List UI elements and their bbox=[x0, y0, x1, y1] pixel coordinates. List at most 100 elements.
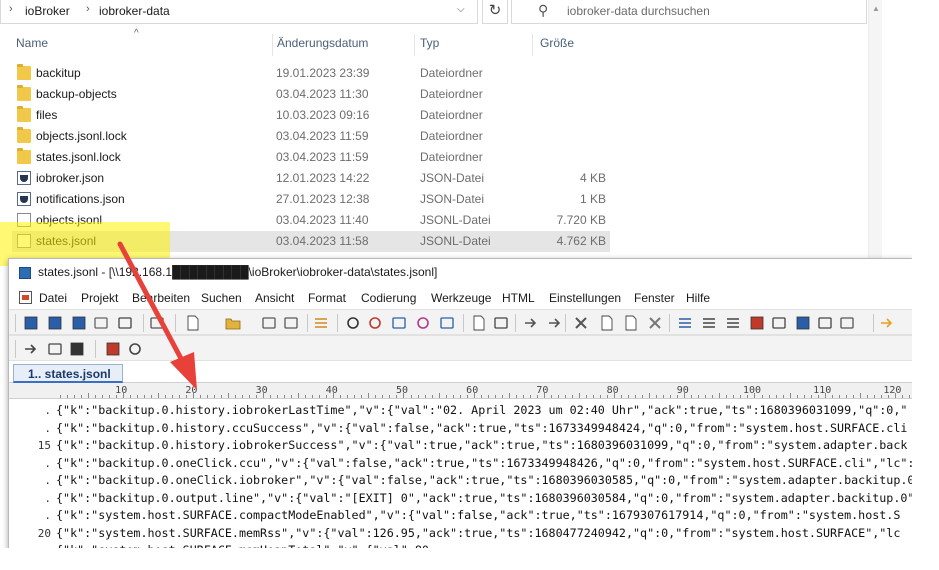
save-icon[interactable] bbox=[261, 315, 277, 331]
new-project-icon[interactable] bbox=[23, 315, 39, 331]
code-line[interactable]: . {"k":"backitup.0.oneClick.ccu","v":{"va… bbox=[9, 455, 913, 472]
menu-item-codierung[interactable]: Codierung bbox=[361, 291, 416, 305]
spell-icon[interactable] bbox=[817, 315, 833, 331]
ruler-number: 120 bbox=[883, 385, 902, 396]
ruler-tick bbox=[227, 393, 229, 398]
file-row[interactable]: backitup 19.01.2023 23:39 Dateiordner bbox=[12, 63, 610, 84]
preview-icon[interactable] bbox=[127, 341, 143, 357]
stop-icon[interactable] bbox=[105, 341, 121, 357]
print-preview-icon[interactable] bbox=[471, 315, 487, 331]
code-editor[interactable]: . {"k":"backitup.0.history.iobrokerLastTi… bbox=[9, 400, 913, 559]
menu-item-html[interactable]: HTML bbox=[502, 291, 535, 305]
search-placeholder: iobroker-data durchsuchen bbox=[567, 4, 710, 18]
code-line[interactable]: . {"k":"backitup.0.output.line","v":{"val… bbox=[9, 490, 913, 507]
print-icon[interactable] bbox=[493, 315, 509, 331]
toolbar-separator bbox=[463, 314, 464, 332]
search-input[interactable]: ⚲ iobroker-data durchsuchen bbox=[511, 0, 867, 24]
column-header-date[interactable]: Änderungsdatum bbox=[277, 36, 368, 56]
document-menu-icon[interactable] bbox=[19, 291, 32, 304]
save-all-icon[interactable] bbox=[283, 315, 299, 331]
macro-icon[interactable] bbox=[879, 315, 895, 331]
find-in-files-icon[interactable] bbox=[391, 315, 407, 331]
breadcrumb-iobroker[interactable]: ioBroker bbox=[25, 4, 70, 18]
code-line[interactable]: . {"k":"backitup.0.history.iobrokerLastTi… bbox=[9, 402, 913, 419]
close-project-icon[interactable] bbox=[93, 315, 109, 331]
code-line[interactable]: 20 {"k":"system.host.SURFACE.memRss","v":… bbox=[9, 525, 913, 542]
spell-check-icon[interactable] bbox=[839, 315, 855, 331]
find-icon[interactable] bbox=[345, 315, 361, 331]
terminal-icon[interactable] bbox=[69, 341, 85, 357]
cut-icon[interactable] bbox=[573, 315, 589, 331]
file-row[interactable]: notifications.json 27.01.2023 12:38 JSON-D… bbox=[12, 189, 610, 210]
file-row[interactable]: files 10.03.2023 09:16 Dateiordner bbox=[12, 105, 610, 126]
tab-states-jsonl[interactable]: 1.. states.jsonl bbox=[13, 364, 123, 383]
refresh-icon[interactable]: ↻ bbox=[482, 0, 508, 24]
replace-icon[interactable] bbox=[367, 315, 383, 331]
template-icon[interactable] bbox=[149, 315, 165, 331]
column-divider[interactable] bbox=[532, 34, 533, 56]
file-row[interactable]: iobroker.json 12.01.2023 14:22 JSON-Datei 4… bbox=[12, 168, 610, 189]
ruler-tick bbox=[270, 395, 272, 398]
column-header-type[interactable]: Typ bbox=[420, 36, 439, 56]
ruler-tick bbox=[866, 395, 868, 398]
color-icon[interactable] bbox=[749, 315, 765, 331]
menu-item-datei[interactable]: Datei bbox=[39, 291, 67, 305]
open-project-icon[interactable] bbox=[47, 315, 63, 331]
goto-icon[interactable] bbox=[415, 315, 431, 331]
file-row[interactable]: states.jsonl.lock 03.04.2023 11:59 Dateior… bbox=[12, 147, 610, 168]
delete-icon[interactable] bbox=[647, 315, 663, 331]
menu-item-ansicht[interactable]: Ansicht bbox=[255, 291, 294, 305]
address-bar[interactable]: › ioBroker › iobroker-data ⌵ bbox=[0, 0, 478, 24]
menu-item-format[interactable]: Format bbox=[308, 291, 346, 305]
menu-item-projekt[interactable]: Projekt bbox=[81, 291, 118, 305]
column-divider[interactable] bbox=[272, 34, 273, 56]
column-header-name[interactable]: Name bbox=[16, 36, 48, 56]
file-row[interactable]: backup-objects 03.04.2023 11:30 Dateiordne… bbox=[12, 84, 610, 105]
line-number: . bbox=[44, 404, 51, 417]
breadcrumb-iobroker-data[interactable]: iobroker-data bbox=[99, 4, 170, 18]
code-text: {"k":"system.host.SURFACE.compactModeEna… bbox=[56, 508, 901, 522]
copy-icon[interactable] bbox=[599, 315, 615, 331]
undo-icon[interactable] bbox=[523, 315, 539, 331]
project-dropdown-icon[interactable] bbox=[71, 315, 87, 331]
ruler-tick bbox=[845, 395, 847, 398]
code-line[interactable]: 15 {"k":"backitup.0.history.iobrokerSucce… bbox=[9, 437, 913, 454]
ruler-tick bbox=[901, 395, 903, 398]
ruler-tick bbox=[213, 395, 215, 398]
console-icon[interactable] bbox=[47, 341, 63, 357]
file-row[interactable]: objects.jsonl.lock 03.04.2023 11:59 Dateio… bbox=[12, 126, 610, 147]
title-bar[interactable]: states.jsonl - [\\192.168.1█████████\ioB… bbox=[9, 259, 913, 285]
ruler-tick bbox=[150, 395, 152, 398]
menu-item-werkzeuge[interactable]: Werkzeuge bbox=[431, 291, 491, 305]
vertical-scrollbar[interactable]: ▲ bbox=[868, 0, 882, 270]
code-line[interactable]: . {"k":"backitup.0.oneClick.iobroker","v"… bbox=[9, 472, 913, 489]
code-line[interactable]: . {"k":"system.host.SURFACE.compactModeEn… bbox=[9, 507, 913, 524]
menu-item-hilfe[interactable]: Hilfe bbox=[686, 291, 710, 305]
scroll-up-icon[interactable]: ▲ bbox=[872, 4, 880, 13]
run-icon[interactable] bbox=[23, 341, 39, 357]
code-line[interactable]: . {"k":"backitup.0.history.ccuSuccess","v… bbox=[9, 420, 913, 437]
breadcrumb-chevron-icon[interactable]: › bbox=[9, 3, 13, 15]
code-text: {"k":"backitup.0.history.iobrokerLastTim… bbox=[56, 403, 908, 417]
highlight-icon[interactable] bbox=[795, 315, 811, 331]
paragraph-icon[interactable] bbox=[701, 315, 717, 331]
redo-icon[interactable] bbox=[547, 315, 563, 331]
chevron-down-icon[interactable]: ⌵ bbox=[457, 4, 465, 15]
log-icon[interactable] bbox=[117, 315, 133, 331]
open-file-icon[interactable] bbox=[225, 315, 241, 331]
menu-item-suchen[interactable]: Suchen bbox=[201, 291, 242, 305]
word-wrap-icon[interactable] bbox=[677, 315, 693, 331]
bookmark-icon[interactable] bbox=[439, 315, 455, 331]
tree-icon[interactable] bbox=[313, 315, 329, 331]
column-divider[interactable] bbox=[414, 34, 415, 56]
menu-item-bearbeiten[interactable]: Bearbeiten bbox=[132, 291, 190, 305]
ruler-tick bbox=[80, 395, 82, 398]
menu-item-einstellungen[interactable]: Einstellungen bbox=[549, 291, 621, 305]
case-icon[interactable] bbox=[771, 315, 787, 331]
column-header-size[interactable]: Größe bbox=[540, 36, 574, 56]
new-file-icon[interactable] bbox=[185, 315, 201, 331]
menu-item-fenster[interactable]: Fenster bbox=[634, 291, 675, 305]
indent-icon[interactable] bbox=[725, 315, 741, 331]
paste-icon[interactable] bbox=[623, 315, 639, 331]
ruler-number: 20 bbox=[185, 385, 198, 396]
